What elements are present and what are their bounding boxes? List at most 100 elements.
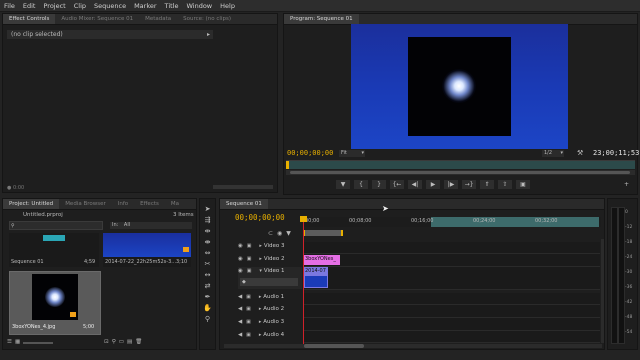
lock-icon[interactable]: ▣: [246, 294, 251, 300]
tab-program[interactable]: Program: Sequence 01: [284, 14, 359, 24]
speaker-icon[interactable]: ◀: [238, 306, 242, 312]
tab-effect-controls[interactable]: Effect Controls: [3, 14, 56, 24]
resolution-dropdown[interactable]: 1/2 ▾: [542, 150, 564, 157]
mark-out-icon[interactable]: }: [372, 180, 386, 189]
playhead-handle-icon[interactable]: [300, 216, 307, 222]
menu-window[interactable]: Window: [182, 2, 216, 10]
audio-4-lane[interactable]: [304, 331, 600, 343]
icon-view-icon[interactable]: ▦: [15, 339, 20, 347]
expand-arrow-icon[interactable]: ▸: [259, 332, 262, 338]
menu-title[interactable]: Title: [161, 2, 183, 10]
find-icon[interactable]: ⚲: [112, 339, 116, 347]
new-bin-icon[interactable]: ▭: [119, 339, 124, 347]
ripple-edit-tool-icon[interactable]: ⇹: [205, 227, 211, 235]
video-1-lane[interactable]: 2014-07: [304, 267, 600, 290]
eye-icon[interactable]: ◉: [238, 243, 243, 249]
pen-tool-icon[interactable]: ✒: [205, 293, 211, 301]
expand-arrow-icon[interactable]: ▸: [259, 256, 262, 262]
zoom-tool-icon[interactable]: ⚲: [205, 315, 210, 323]
timeline-clip[interactable]: 3boxYONes_: [304, 255, 340, 265]
wrench-icon[interactable]: ⚒: [577, 149, 583, 157]
project-item-image[interactable]: 3boxYONes_4.jpg 5;00: [9, 271, 101, 335]
project-search-input[interactable]: ⚲: [9, 221, 103, 230]
delete-icon[interactable]: 🗑: [135, 339, 142, 347]
tab-source[interactable]: Source: (no clips): [177, 16, 237, 22]
program-timecode-left[interactable]: 00;00;00;00: [287, 149, 333, 157]
audio-3-lane[interactable]: [304, 318, 600, 331]
snap-icon[interactable]: ⊂: [268, 230, 273, 237]
collapse-arrow-icon[interactable]: ▸: [207, 30, 210, 39]
tab-sequence[interactable]: Sequence 01: [220, 199, 268, 209]
export-frame-icon[interactable]: ▣: [516, 180, 530, 189]
lock-icon[interactable]: ▣: [247, 243, 252, 249]
go-to-out-icon[interactable]: →}: [462, 180, 476, 189]
extract-icon[interactable]: ⇧: [498, 180, 512, 189]
step-forward-icon[interactable]: |▶: [444, 180, 458, 189]
work-area-bar[interactable]: [431, 217, 599, 227]
speaker-icon[interactable]: ◀: [238, 319, 242, 325]
zoom-slider[interactable]: [23, 342, 54, 344]
keyframe-icon[interactable]: ◆: [240, 279, 246, 285]
play-icon[interactable]: ▶: [426, 180, 440, 189]
menu-edit[interactable]: Edit: [19, 2, 40, 10]
scrollbar-thumb[interactable]: [304, 344, 364, 348]
menu-marker[interactable]: Marker: [130, 2, 160, 10]
razor-tool-icon[interactable]: ✂: [205, 260, 211, 268]
timeline-horizontal-scrollbar[interactable]: [224, 344, 602, 348]
timeline-clip[interactable]: 2014-07: [304, 267, 328, 288]
new-item-icon[interactable]: ▤: [127, 339, 132, 347]
range-end-handle[interactable]: [341, 230, 343, 236]
expand-arrow-icon[interactable]: ▸: [259, 319, 262, 325]
button-editor-icon[interactable]: +: [624, 181, 629, 188]
program-zoom-bar[interactable]: [286, 170, 635, 175]
tab-markers[interactable]: Ma: [165, 201, 185, 207]
in-out-range[interactable]: [303, 230, 343, 236]
speaker-icon[interactable]: ◀: [238, 332, 242, 338]
tab-effects[interactable]: Effects: [134, 201, 165, 207]
audio-1-lane[interactable]: [304, 293, 600, 305]
project-item-sequence[interactable]: Sequence 01 4;59: [9, 233, 99, 267]
selection-tool-icon[interactable]: ➤: [205, 205, 211, 213]
lock-icon[interactable]: ▣: [246, 319, 251, 325]
lock-icon[interactable]: ▣: [247, 256, 252, 262]
source-scrollbar[interactable]: [213, 185, 273, 189]
eye-icon[interactable]: ◉: [238, 256, 243, 262]
step-back-icon[interactable]: ◀|: [408, 180, 422, 189]
speaker-icon[interactable]: ◀: [238, 294, 242, 300]
add-marker-timeline-icon[interactable]: ◉: [277, 230, 282, 237]
list-view-icon[interactable]: ☰: [7, 339, 12, 347]
timeline-timecode[interactable]: 00;00;00;00: [235, 213, 285, 222]
slip-tool-icon[interactable]: ↔: [205, 271, 211, 279]
expand-arrow-icon[interactable]: ▸: [259, 306, 262, 312]
menu-clip[interactable]: Clip: [70, 2, 90, 10]
collapse-arrow-icon[interactable]: ▾: [259, 268, 262, 274]
lock-icon[interactable]: ▣: [246, 306, 251, 312]
rate-stretch-tool-icon[interactable]: ⇔: [205, 249, 211, 257]
time-ruler[interactable]: 00;00 00;08;00 00;16;00 00;24;00 00;32;0…: [303, 217, 601, 227]
rolling-edit-tool-icon[interactable]: ⇼: [205, 238, 211, 246]
expand-arrow-icon[interactable]: ▸: [259, 294, 262, 300]
lock-icon[interactable]: ▣: [247, 268, 252, 274]
eye-icon[interactable]: ◉: [238, 268, 243, 274]
video-3-lane[interactable]: [304, 242, 600, 254]
slide-tool-icon[interactable]: ⇄: [205, 282, 211, 290]
lock-icon[interactable]: ▣: [246, 332, 251, 338]
in-filter[interactable]: In: All: [110, 222, 192, 229]
menu-help[interactable]: Help: [216, 2, 239, 10]
hand-tool-icon[interactable]: ✋: [203, 304, 212, 312]
automate-icon[interactable]: ⊡: [104, 339, 109, 347]
marker-icon[interactable]: ▼: [286, 230, 291, 237]
zoom-bar-thumb[interactable]: [290, 171, 630, 174]
tab-info[interactable]: Info: [112, 201, 134, 207]
project-item-video[interactable]: 2014-07-22_22h25m52s-3... 3;10: [103, 233, 191, 267]
menu-sequence[interactable]: Sequence: [90, 2, 130, 10]
tab-audio-mixer[interactable]: Audio Mixer: Sequence 01: [55, 16, 139, 22]
program-time-ruler[interactable]: [286, 160, 635, 169]
go-to-in-icon[interactable]: {←: [390, 180, 404, 189]
fit-dropdown[interactable]: Fit ▾: [339, 150, 365, 157]
mark-in-icon[interactable]: {: [354, 180, 368, 189]
expand-arrow-icon[interactable]: ▸: [259, 243, 262, 249]
menu-file[interactable]: File: [0, 2, 19, 10]
add-marker-icon[interactable]: ▼: [336, 180, 350, 189]
tab-metadata[interactable]: Metadata: [139, 16, 177, 22]
